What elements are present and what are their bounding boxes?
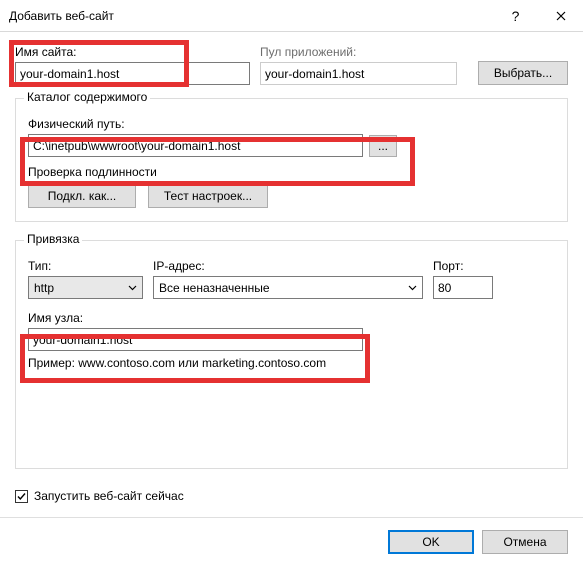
start-now-checkbox[interactable]: Запустить веб-сайт сейчас [15,489,184,503]
title-bar: Добавить веб-сайт ? [0,0,583,32]
check-icon [16,491,27,502]
choose-app-pool-button[interactable]: Выбрать... [478,61,568,85]
binding-ip-label: IP-адрес: [153,259,423,273]
connect-as-button[interactable]: Подкл. как... [28,184,136,208]
help-button[interactable]: ? [493,0,538,31]
browse-path-button[interactable]: ... [369,135,397,157]
ok-button[interactable]: OK [388,530,474,554]
physical-path-label: Физический путь: [28,117,555,131]
host-example: Пример: www.contoso.com или marketing.co… [28,356,555,370]
binding-type-value: http [34,281,54,295]
content-group-legend: Каталог содержимого [24,90,150,104]
binding-ip-value: Все неназначенные [159,281,270,295]
host-name-input[interactable] [28,328,363,351]
binding-port-input[interactable] [433,276,493,299]
auth-label: Проверка подлинности [28,165,555,179]
cancel-button[interactable]: Отмена [482,530,568,554]
binding-type-select[interactable]: http [28,276,143,299]
content-group: Каталог содержимого Физический путь: ...… [15,98,568,222]
checkbox-box [15,490,28,503]
start-now-label: Запустить веб-сайт сейчас [34,489,184,503]
dialog-body: Имя сайта: Пул приложений: Выбрать... Ка… [0,32,583,567]
binding-group-legend: Привязка [24,232,82,246]
binding-port-label: Порт: [433,259,493,273]
binding-ip-select[interactable]: Все неназначенные [153,276,423,299]
chevron-down-icon [128,285,137,291]
host-name-label: Имя узла: [28,311,555,325]
physical-path-input[interactable] [28,134,363,157]
site-name-label: Имя сайта: [15,45,250,59]
dialog-separator [0,517,583,518]
binding-group: Привязка Тип: http IP-адрес: Все неназна… [15,240,568,469]
binding-type-label: Тип: [28,259,143,273]
window-title: Добавить веб-сайт [0,9,493,23]
app-pool-input [260,62,457,85]
site-name-input[interactable] [15,62,250,85]
chevron-down-icon [408,285,417,291]
close-button[interactable] [538,0,583,31]
close-icon [556,11,566,21]
test-settings-button[interactable]: Тест настроек... [148,184,268,208]
app-pool-label: Пул приложений: [260,45,457,59]
